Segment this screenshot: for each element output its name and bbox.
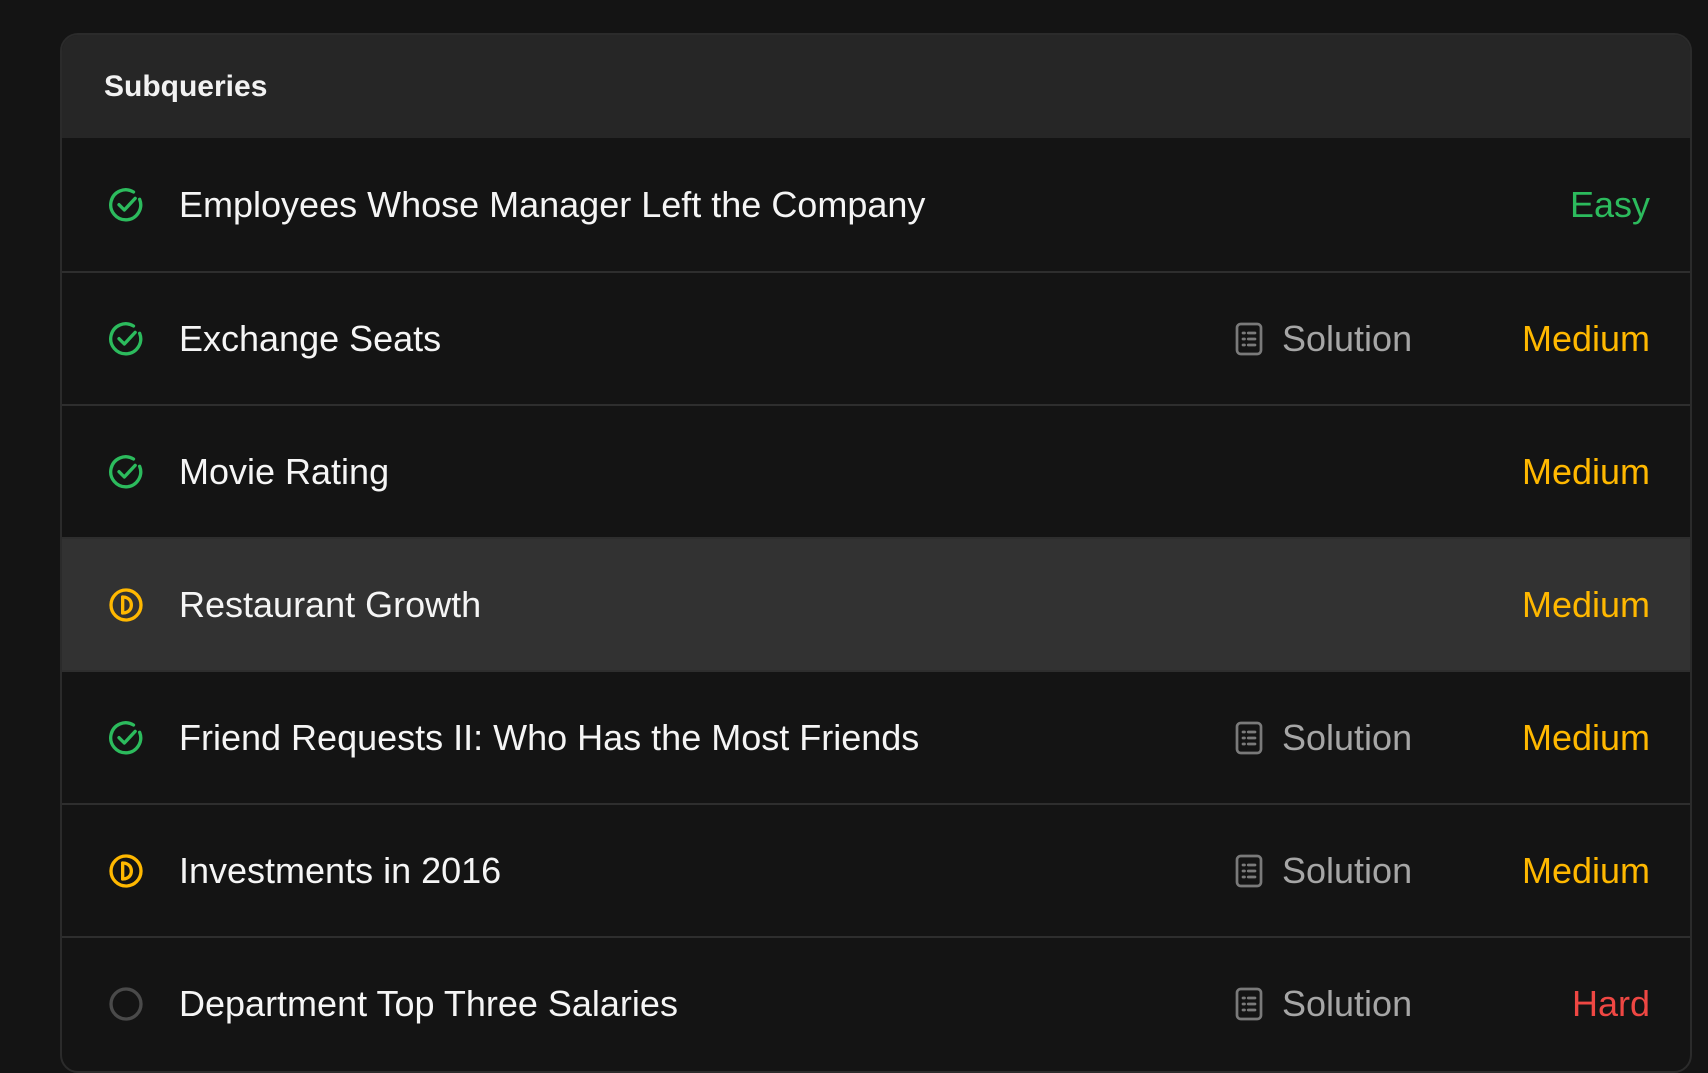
difficulty-badge: Easy	[1569, 183, 1650, 225]
difficulty-badge: Medium	[1521, 317, 1650, 359]
solution-link[interactable]: Solution	[1234, 717, 1412, 759]
difficulty-badge: Medium	[1521, 583, 1650, 625]
difficulty-badge: Medium	[1521, 716, 1650, 758]
solution-link[interactable]: Solution	[1234, 983, 1412, 1025]
difficulty-badge: Medium	[1521, 450, 1650, 492]
check-circle-icon	[104, 317, 148, 361]
panel-header: Subqueries	[62, 35, 1690, 138]
solution-label: Solution	[1282, 982, 1413, 1024]
difficulty-badge: Hard	[1571, 982, 1650, 1024]
solution-label: Solution	[1282, 716, 1413, 758]
problem-row[interactable]: Exchange Seats Solution Medium	[62, 271, 1690, 404]
problem-row[interactable]: Friend Requests II: Who Has the Most Fri…	[62, 670, 1690, 803]
solution-label: Solution	[1282, 317, 1413, 359]
check-circle-icon	[104, 450, 148, 494]
half-circle-icon	[104, 583, 148, 627]
problem-title[interactable]: Department Top Three Salaries	[179, 983, 678, 1025]
problem-title[interactable]: Movie Rating	[179, 451, 389, 493]
problem-title[interactable]: Friend Requests II: Who Has the Most Fri…	[179, 717, 919, 759]
problem-list: Employees Whose Manager Left the Company…	[62, 138, 1690, 1069]
panel-title: Subqueries	[104, 69, 268, 103]
problem-title[interactable]: Exchange Seats	[179, 318, 441, 360]
problem-title[interactable]: Employees Whose Manager Left the Company	[179, 184, 925, 226]
half-circle-icon	[104, 849, 148, 893]
problem-row[interactable]: Investments in 2016 Solution Medium	[62, 803, 1690, 936]
problem-title[interactable]: Investments in 2016	[179, 850, 501, 892]
document-icon	[1234, 720, 1264, 756]
problem-row[interactable]: Restaurant Growth Medium	[62, 537, 1690, 670]
check-circle-icon	[104, 716, 148, 760]
empty-circle-icon	[104, 982, 148, 1026]
document-icon	[1234, 853, 1264, 889]
document-icon	[1234, 986, 1264, 1022]
check-circle-icon	[104, 183, 148, 227]
problem-row[interactable]: Employees Whose Manager Left the Company…	[62, 138, 1690, 271]
solution-link[interactable]: Solution	[1234, 318, 1412, 360]
subqueries-panel: Subqueries Employees Whose Manager Left …	[60, 33, 1692, 1073]
difficulty-badge: Medium	[1521, 849, 1650, 891]
document-icon	[1234, 321, 1264, 357]
solution-link[interactable]: Solution	[1234, 850, 1412, 892]
problem-row[interactable]: Movie Rating Medium	[62, 404, 1690, 537]
solution-label: Solution	[1282, 849, 1413, 891]
problem-row[interactable]: Department Top Three Salaries Solution Ha…	[62, 936, 1690, 1069]
problem-title[interactable]: Restaurant Growth	[179, 584, 481, 626]
